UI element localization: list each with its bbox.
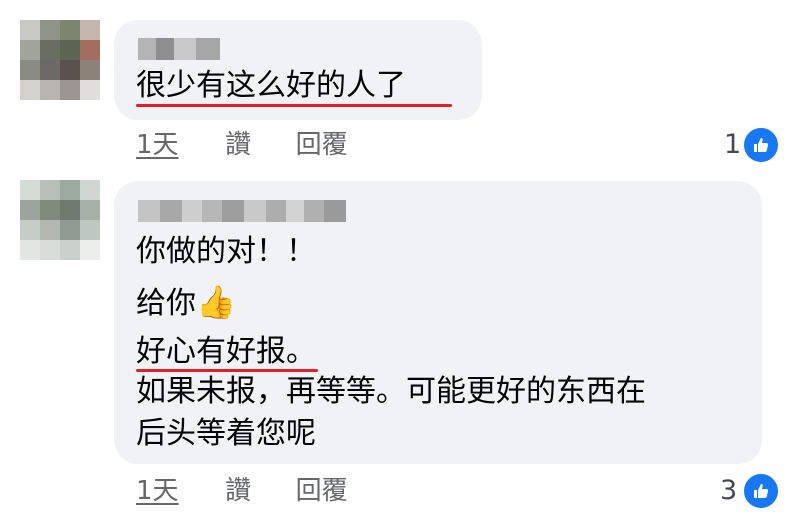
comment-text-line-1: 你做的对！！: [136, 234, 316, 269]
author-name-blurred[interactable]: [138, 38, 220, 60]
reply-button[interactable]: 回覆: [296, 130, 348, 160]
comment-actions: 1天 讚 回覆: [136, 130, 348, 160]
thumbs-up-icon[interactable]: [742, 126, 780, 164]
comment-text-line-4: 如果未报，再等等。可能更好的东西在: [136, 374, 646, 409]
comment-text-line-3: 好心有好报。: [136, 334, 316, 369]
reaction-count[interactable]: 1: [724, 129, 741, 160]
comment-text-line-2: 给你👍: [136, 283, 236, 321]
timestamp-link[interactable]: 1天: [136, 130, 179, 160]
timestamp-link[interactable]: 1天: [136, 476, 179, 506]
highlight-underline: [136, 369, 318, 372]
comment-actions: 1天 讚 回覆: [136, 476, 348, 506]
thumbs-up-icon[interactable]: [742, 472, 780, 510]
reply-button[interactable]: 回覆: [296, 476, 348, 506]
thumbs-up-emoji-icon: 👍: [196, 283, 236, 321]
like-button[interactable]: 讚: [225, 476, 251, 506]
like-button[interactable]: 讚: [225, 130, 251, 160]
author-name-blurred[interactable]: [138, 200, 346, 222]
comment-text: 很少有这么好的人了: [136, 68, 406, 103]
comment-text-line-5: 后头等着您呢: [136, 416, 316, 451]
avatar[interactable]: [20, 20, 100, 100]
reaction-count[interactable]: 3: [720, 475, 737, 506]
highlight-underline: [136, 104, 452, 107]
avatar[interactable]: [20, 180, 100, 260]
